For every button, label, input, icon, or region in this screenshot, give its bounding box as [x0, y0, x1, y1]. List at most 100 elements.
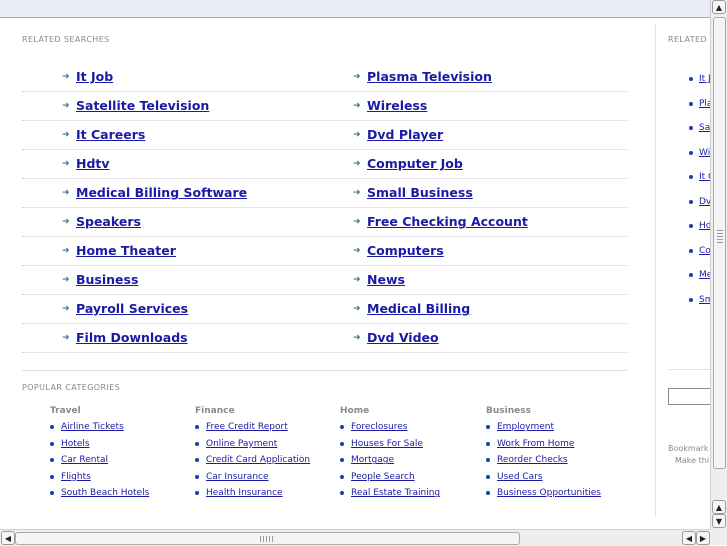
category-link-item: Hotels	[22, 436, 162, 453]
bookmark-text[interactable]: Bookmark	[668, 444, 709, 453]
scrollbar-corner	[710, 529, 727, 545]
sidebar-search-input[interactable]	[668, 388, 713, 405]
arrow-right-icon: ➜	[62, 187, 70, 198]
category-link[interactable]: Employment	[497, 422, 554, 432]
related-search-link[interactable]: It Careers	[76, 127, 145, 142]
related-search-row: ➜ Hdtv ➜ Computer Job	[22, 150, 628, 179]
bullet-icon	[689, 175, 693, 180]
related-search-item: ➜ Computer Job	[353, 156, 463, 171]
arrow-right-icon: ➜	[62, 216, 70, 227]
related-search-link[interactable]: News	[367, 272, 405, 287]
sidebar-link[interactable]: Wi	[699, 148, 710, 158]
category-link[interactable]: Houses For Sale	[351, 439, 423, 449]
category-link-item: Real Estate Training	[312, 485, 452, 502]
sidebar-divider	[668, 369, 713, 370]
arrow-right-icon: ➜	[62, 303, 70, 314]
sidebar-link[interactable]: Sa	[699, 123, 710, 133]
sidebar-heading: RELATED	[668, 35, 708, 44]
category-link-item: Houses For Sale	[312, 436, 452, 453]
category-link[interactable]: Airline Tickets	[61, 422, 124, 432]
category-link[interactable]: Hotels	[61, 439, 90, 449]
related-search-link[interactable]: Dvd Video	[367, 330, 439, 345]
category-link-item: Car Rental	[22, 452, 162, 469]
vertical-scrollbar[interactable]: ▲ ▲ ▼	[710, 0, 727, 529]
arrow-right-icon: ➜	[62, 274, 70, 285]
sidebar-link-item: Wi	[668, 141, 713, 166]
bullet-icon	[486, 441, 490, 446]
arrow-right-icon: ➜	[62, 71, 70, 82]
category-title: Business	[486, 406, 531, 416]
make-homepage-text[interactable]: Make thi	[675, 456, 709, 465]
related-search-link[interactable]: Home Theater	[76, 243, 176, 258]
category-link[interactable]: Car Rental	[61, 455, 108, 465]
scroll-left-icon-right[interactable]: ◀	[682, 531, 696, 545]
category-link[interactable]: Free Credit Report	[206, 422, 288, 432]
bullet-icon	[50, 425, 54, 430]
popular-categories-heading: POPULAR CATEGORIES	[22, 383, 121, 392]
main-content: RELATED SEARCHES ➜ It Job ➜ Plasma Televisi…	[12, 22, 628, 522]
category-link-item: Airline Tickets	[22, 419, 162, 436]
category-link-item: Business Opportunities	[458, 485, 601, 502]
category-link[interactable]: Used Cars	[497, 472, 543, 482]
related-search-link[interactable]: Free Checking Account	[367, 214, 528, 229]
bullet-icon	[689, 273, 693, 278]
related-search-link[interactable]: Hdtv	[76, 156, 110, 171]
sidebar-link-item: Sa	[668, 116, 713, 141]
related-search-link[interactable]: Speakers	[76, 214, 141, 229]
related-search-item: ➜ Speakers	[62, 214, 141, 229]
related-search-link[interactable]: Film Downloads	[76, 330, 188, 345]
bullet-icon	[689, 101, 693, 106]
category-column: Home Foreclosures Houses For Sale Mortgage P…	[312, 406, 452, 502]
category-link-list: Foreclosures Houses For Sale Mortgage Peopl…	[312, 419, 452, 502]
related-search-link[interactable]: Satellite Television	[76, 98, 209, 113]
arrow-right-icon: ➜	[353, 303, 361, 314]
category-link[interactable]: Health Insurance	[206, 488, 283, 498]
related-search-link[interactable]: Wireless	[367, 98, 427, 113]
category-column: Business Employment Work From Home Reorder …	[458, 406, 601, 502]
category-link[interactable]: People Search	[351, 472, 415, 482]
sidebar-link-item: Hd	[668, 214, 713, 239]
category-link[interactable]: Flights	[61, 472, 91, 482]
related-search-item: ➜ Home Theater	[62, 243, 176, 258]
sidebar-link[interactable]: It J	[699, 74, 711, 84]
bullet-icon	[486, 458, 490, 463]
category-link-item: Reorder Checks	[458, 452, 598, 469]
related-search-link[interactable]: It Job	[76, 69, 113, 84]
category-link-item: South Beach Hotels	[22, 485, 162, 502]
category-title: Travel	[50, 406, 81, 416]
related-search-link[interactable]: Payroll Services	[76, 301, 188, 316]
related-search-link[interactable]: Computer Job	[367, 156, 463, 171]
category-link[interactable]: South Beach Hotels	[61, 488, 149, 498]
category-link[interactable]: Car Insurance	[206, 472, 269, 482]
related-search-item: ➜ News	[353, 272, 405, 287]
related-search-link[interactable]: Plasma Television	[367, 69, 492, 84]
related-search-link[interactable]: Business	[76, 272, 138, 287]
scroll-down-icon[interactable]: ▼	[712, 514, 726, 528]
category-link[interactable]: Online Payment	[206, 439, 277, 449]
scroll-up-icon-lower[interactable]: ▲	[712, 500, 726, 514]
related-search-link[interactable]: Small Business	[367, 185, 473, 200]
scroll-left-icon[interactable]: ◀	[1, 531, 15, 545]
related-search-link[interactable]: Medical Billing	[367, 301, 470, 316]
category-link[interactable]: Business Opportunities	[497, 488, 601, 498]
related-search-item: ➜ Medical Billing	[353, 301, 470, 316]
related-search-link[interactable]: Computers	[367, 243, 444, 258]
category-link[interactable]: Credit Card Application	[206, 455, 310, 465]
category-link[interactable]: Real Estate Training	[351, 488, 440, 498]
horizontal-scroll-thumb[interactable]	[15, 532, 520, 545]
related-search-link[interactable]: Medical Billing Software	[76, 185, 247, 200]
top-header-band	[0, 0, 727, 18]
category-link[interactable]: Work From Home	[497, 439, 574, 449]
horizontal-scrollbar[interactable]: ◀ ◀ ▶	[0, 529, 710, 546]
scroll-right-icon[interactable]: ▶	[696, 531, 710, 545]
category-link[interactable]: Mortgage	[351, 455, 394, 465]
vertical-scroll-thumb[interactable]	[713, 17, 726, 469]
category-link[interactable]: Reorder Checks	[497, 455, 568, 465]
bullet-icon	[50, 491, 54, 496]
category-title: Finance	[195, 406, 235, 416]
scroll-up-icon[interactable]: ▲	[712, 0, 726, 14]
related-search-link[interactable]: Dvd Player	[367, 127, 443, 142]
bullet-icon	[50, 441, 54, 446]
category-link[interactable]: Foreclosures	[351, 422, 407, 432]
category-link-list: Free Credit Report Online Payment Credit C…	[167, 419, 310, 502]
